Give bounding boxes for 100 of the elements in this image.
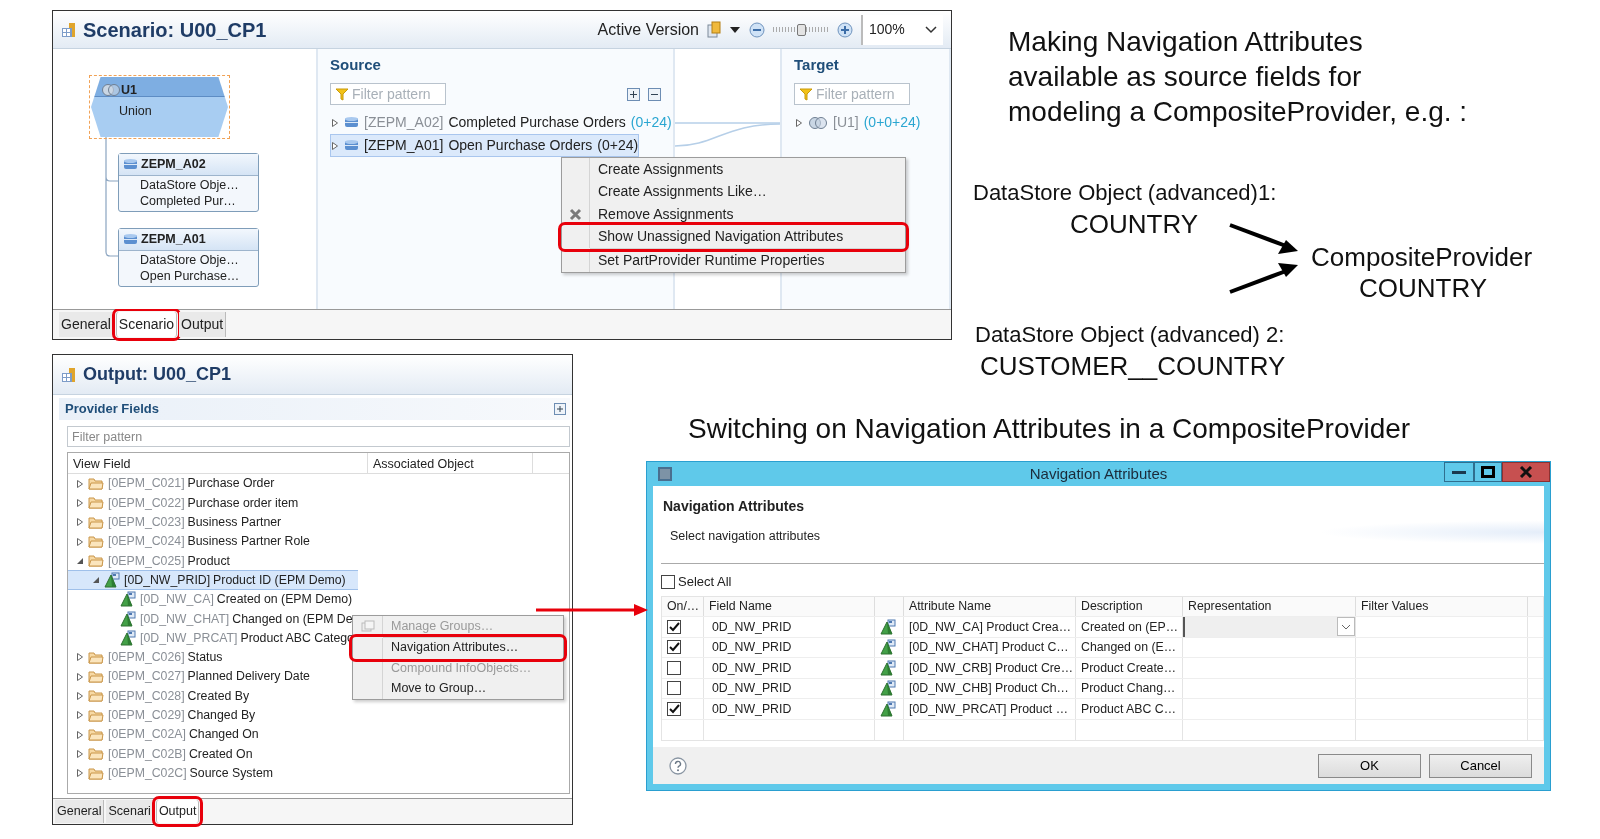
tree-row[interactable]: [0EPM_C025] Product — [68, 551, 230, 571]
folder-icon — [88, 515, 104, 529]
arrow — [1228, 221, 1300, 257]
database-icon — [344, 116, 359, 129]
field-key: [0EPM_C028] — [108, 686, 185, 706]
tree-row[interactable]: [0EPM_C022] Purchase order item — [68, 493, 299, 513]
tree-row[interactable]: [0EPM_C02A] Changed On — [68, 724, 259, 745]
table-cell: [0D_NW_CA] Product Crea… — [904, 617, 1076, 637]
minus-square-icon[interactable] — [648, 87, 661, 101]
tree-row[interactable]: [0EPM_C023] Business Partner — [68, 512, 282, 532]
pyramid-icon — [120, 630, 136, 646]
table-cell: Product Chang… — [1076, 678, 1183, 698]
tree-row[interactable]: [0EPM_C02C] Source System — [68, 763, 273, 783]
table-cell: 0D_NW_PRID — [704, 678, 875, 698]
node-name: ZEPM_A01 — [141, 231, 206, 248]
minimize-icon[interactable] — [1452, 470, 1466, 474]
window-title: Scenario: U00_CP1 — [83, 17, 267, 43]
node-type: Union — [118, 102, 153, 120]
caret-icon[interactable] — [729, 25, 741, 34]
field-key: [U1] — [833, 112, 859, 133]
tab[interactable]: General — [59, 312, 114, 337]
close-icon[interactable] — [1519, 466, 1533, 478]
checkbox[interactable] — [667, 681, 681, 696]
tab[interactable]: General — [55, 800, 105, 823]
node-card[interactable]: ZEPM_A02 DataStore Obje… Completed Pur… — [118, 153, 259, 212]
union-node[interactable]: U1 Union — [91, 77, 228, 137]
plus-square-icon[interactable] — [627, 87, 640, 101]
field-label: Created on (EPM Demo) — [216, 591, 353, 609]
pyramid-icon — [880, 618, 896, 635]
tree-row[interactable]: [0EPM_C021] Purchase Order — [68, 474, 275, 494]
tree-row[interactable]: [0EPM_C028] Created By — [68, 686, 250, 706]
tree-row[interactable]: [0EPM_C029] Changed By — [68, 705, 256, 725]
tree-row[interactable]: [0EPM_C026] Status — [68, 647, 223, 667]
tree-row[interactable]: [0EPM_C024] Business Partner Role — [68, 531, 310, 552]
tree-row[interactable]: [ZEPM_A01] Open Purchase Orders (0+24) — [330, 134, 640, 157]
help-icon[interactable] — [669, 756, 687, 775]
database-icon — [123, 232, 138, 246]
window-title: Output: U00_CP1 — [83, 363, 232, 386]
folder-icon — [88, 689, 104, 703]
maximize-icon[interactable] — [1481, 466, 1495, 478]
table-cell: [0D_NW_CRB] Product Cre… — [904, 658, 1076, 678]
field-count: (0+24) — [630, 113, 672, 132]
table-cell: [0D_NW_PRCAT] Product … — [904, 699, 1076, 719]
pyramid-icon — [120, 591, 136, 608]
folder-icon — [88, 477, 104, 491]
folder-icon — [88, 554, 104, 568]
menu-item[interactable]: Set PartProvider Runtime Properties — [562, 249, 905, 272]
zoom-out-icon[interactable] — [749, 21, 765, 38]
field-key: [0D_NW_CA] — [140, 590, 214, 609]
field-label: Open Purchase Orders — [448, 136, 593, 155]
document-icon[interactable] — [707, 21, 721, 38]
maximize-button[interactable] — [1474, 462, 1502, 482]
filter-field[interactable]: Filter pattern — [67, 426, 570, 447]
checkbox[interactable] — [667, 619, 681, 634]
dialog-button[interactable]: OK — [1318, 753, 1421, 778]
placeholder: Filter pattern — [816, 84, 895, 104]
zoom-select[interactable]: 100% — [861, 14, 943, 45]
tree-row[interactable]: [ZEPM_A02] Completed Purchase Orders (0+24) — [331, 111, 672, 134]
node-card[interactable]: ZEPM_A01 DataStore Obje… Open Purchase… — [118, 228, 259, 287]
zoom-in-icon[interactable] — [837, 21, 853, 38]
menu-item[interactable]: Create Assignments Like… — [562, 180, 905, 203]
pyramid-icon — [120, 610, 136, 627]
version-label: Active Version — [597, 19, 699, 40]
dialog-button[interactable]: Cancel — [1429, 753, 1532, 778]
check-icon — [668, 621, 680, 632]
object-label: CompositeProvider — [1311, 241, 1533, 274]
plus-square-icon[interactable] — [554, 403, 566, 415]
menu-item[interactable]: Remove Assignments — [562, 203, 905, 226]
placeholder: Filter pattern — [72, 430, 143, 444]
menu-item[interactable]: Move to Group… — [353, 678, 563, 699]
object-label: DataStore Object (advanced)1: — [973, 179, 1277, 207]
field-label: Changed By — [187, 707, 256, 724]
column-header: View Field — [68, 453, 368, 473]
slider-thumb[interactable] — [796, 23, 806, 36]
field-key: [0EPM_C025] — [108, 551, 185, 571]
field-key: [0EPM_C023] — [108, 513, 185, 532]
tree-row[interactable]: [0EPM_C027] Planned Delivery Date — [68, 666, 310, 687]
field-label: Completed Purchase Orders — [448, 113, 626, 132]
checkbox[interactable] — [661, 574, 675, 589]
intro-text: Making Navigation Attributes available as source fields for modeling a CompositeProvider, e.g. : — [1008, 25, 1468, 129]
column-header: Filter Values — [1356, 596, 1528, 616]
menu-item[interactable]: Create Assignments — [562, 158, 905, 181]
field-label: Business Partner — [187, 514, 282, 531]
filter-icon — [335, 87, 349, 101]
folder-icon — [88, 766, 104, 780]
circles-icon — [101, 83, 121, 98]
close-button[interactable] — [1502, 462, 1550, 482]
tab[interactable]: Output — [179, 312, 227, 337]
caret-icon[interactable] — [92, 575, 100, 586]
tab[interactable]: Scenari — [106, 800, 154, 823]
checkbox[interactable] — [667, 640, 681, 655]
chevron-icon[interactable] — [925, 25, 937, 34]
minimize-button[interactable] — [1444, 462, 1474, 482]
checkbox[interactable] — [667, 660, 681, 675]
tree-row[interactable]: [0EPM_C02B] Created On — [68, 744, 253, 764]
tree-row[interactable]: [0D_NW_PRID] Product ID (EPM Demo) — [68, 570, 358, 590]
checkbox[interactable] — [667, 701, 681, 716]
field-key: [0EPM_C02B] — [108, 744, 186, 763]
tree-row[interactable]: [0D_NW_CA] Created on (EPM Demo) — [68, 589, 353, 610]
tree-row[interactable]: [0D_NW_CHAT] Changed on (EPM De — [68, 609, 353, 629]
